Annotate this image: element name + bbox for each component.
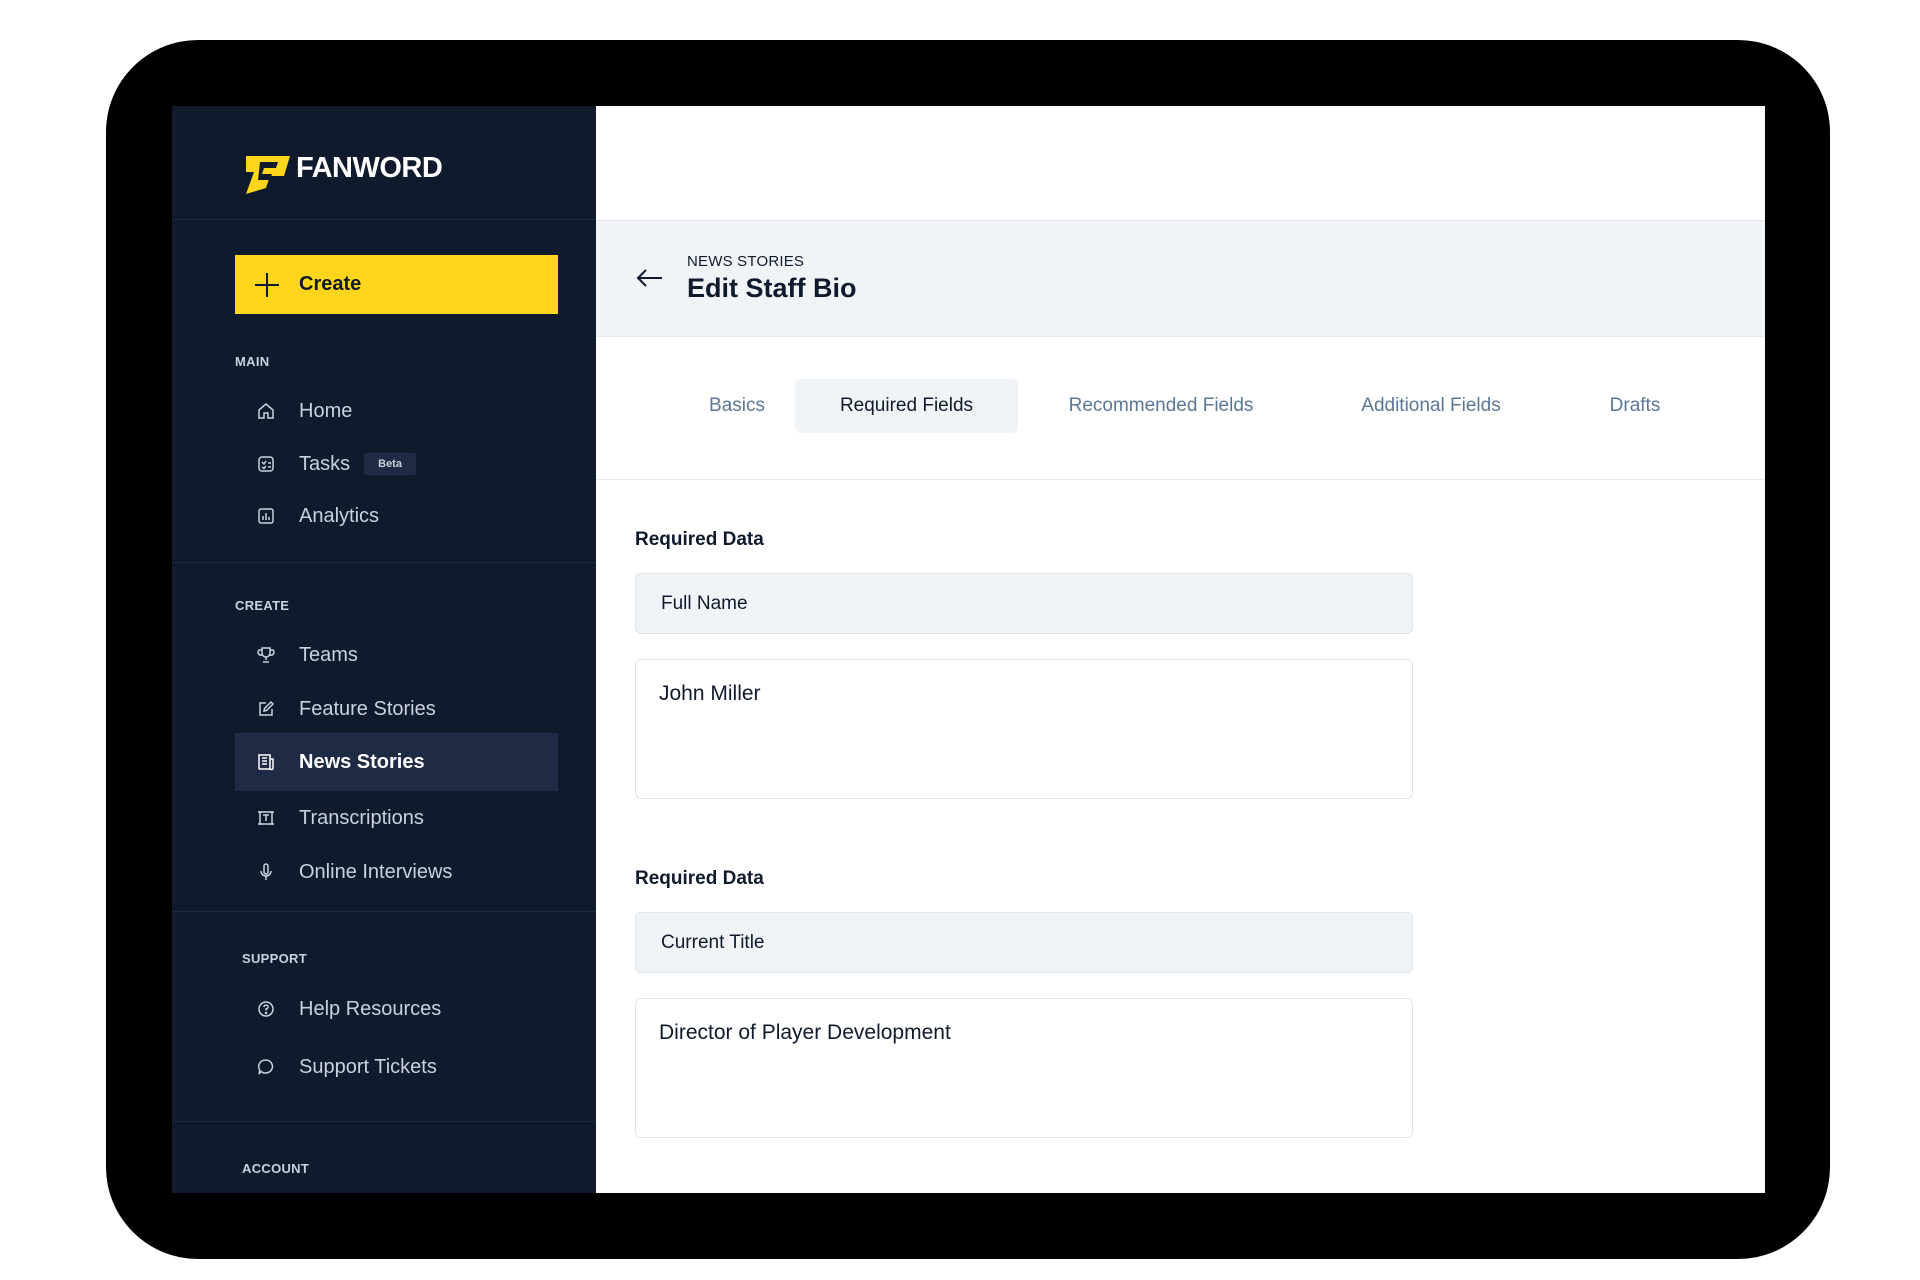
tab-required-fields[interactable]: Required Fields — [795, 379, 1018, 433]
page-title: Edit Staff Bio — [687, 273, 857, 303]
field-label-full-name: Full Name — [635, 573, 1413, 634]
microphone-icon — [255, 861, 277, 883]
form-section-full-name: Required Data Full Name John Miller — [635, 529, 1413, 799]
transcription-icon — [255, 807, 277, 829]
sidebar: FANWORD Create MAIN Home Tasks Beta Anal… — [172, 106, 596, 1193]
sidebar-item-teams[interactable]: Teams — [235, 630, 558, 680]
sidebar-item-label: Online Interviews — [299, 860, 453, 883]
form-section-current-title: Required Data Current Title Director of … — [635, 868, 1413, 1138]
logo-area: FANWORD — [172, 106, 596, 220]
sidebar-item-support-tickets[interactable]: Support Tickets — [235, 1042, 558, 1092]
tablet-screen: FANWORD Create MAIN Home Tasks Beta Anal… — [172, 106, 1765, 1193]
sidebar-divider — [172, 911, 596, 912]
sidebar-item-feature-stories[interactable]: Feature Stories — [235, 684, 558, 734]
sidebar-item-label: News Stories — [299, 750, 425, 773]
sidebar-item-label: Teams — [299, 643, 358, 666]
section-title-main: MAIN — [235, 354, 270, 369]
sidebar-item-tasks[interactable]: Tasks Beta — [235, 439, 558, 489]
form-section-label: Required Data — [635, 529, 764, 550]
tab-recommended-fields[interactable]: Recommended Fields — [1056, 379, 1266, 433]
beta-badge: Beta — [364, 453, 416, 475]
sidebar-item-analytics[interactable]: Analytics — [235, 491, 558, 541]
section-title-create: CREATE — [235, 598, 290, 613]
sidebar-item-news-stories[interactable]: News Stories — [235, 733, 558, 791]
form-section-label: Required Data — [635, 868, 764, 889]
tab-bar: Basics Required Fields Recommended Field… — [596, 337, 1765, 480]
sidebar-item-label: Transcriptions — [299, 806, 424, 829]
sidebar-item-label: Feature Stories — [299, 697, 436, 720]
section-title-account: ACCOUNT — [242, 1161, 310, 1176]
create-button[interactable]: Create — [235, 255, 558, 314]
breadcrumb[interactable]: NEWS STORIES — [687, 253, 804, 270]
sidebar-item-online-interviews[interactable]: Online Interviews — [235, 847, 558, 897]
chat-icon — [255, 1056, 277, 1078]
page-header: NEWS STORIES Edit Staff Bio — [596, 221, 1765, 337]
plus-icon — [255, 272, 279, 297]
home-icon — [255, 400, 277, 422]
sidebar-item-label: Help Resources — [299, 997, 442, 1020]
edit-icon — [255, 698, 277, 720]
tab-drafts[interactable]: Drafts — [1580, 379, 1690, 433]
tablet-frame: FANWORD Create MAIN Home Tasks Beta Anal… — [106, 40, 1830, 1259]
tab-basics[interactable]: Basics — [676, 379, 798, 433]
full-name-input[interactable]: John Miller — [635, 659, 1413, 799]
field-label-current-title: Current Title — [635, 912, 1413, 973]
brand-name: FANWORD — [296, 152, 443, 184]
sidebar-item-label: Analytics — [299, 504, 380, 527]
main-content: NEWS STORIES Edit Staff Bio Basics Requi… — [596, 106, 1765, 1193]
tab-additional-fields[interactable]: Additional Fields — [1331, 379, 1531, 433]
sidebar-item-home[interactable]: Home — [235, 386, 558, 436]
fanword-logo-icon — [246, 156, 290, 194]
current-title-input[interactable]: Director of Player Development — [635, 998, 1413, 1138]
sidebar-item-label: Support Tickets — [299, 1055, 437, 1078]
sidebar-item-label: Home — [299, 399, 353, 422]
section-title-support: SUPPORT — [242, 951, 307, 966]
sidebar-item-label: Tasks — [299, 452, 351, 475]
top-bar — [596, 106, 1765, 221]
create-button-label: Create — [299, 273, 362, 295]
sidebar-item-transcriptions[interactable]: Transcriptions — [235, 793, 558, 843]
help-icon — [255, 998, 277, 1020]
sidebar-divider — [172, 1121, 596, 1122]
sidebar-item-help-resources[interactable]: Help Resources — [235, 984, 558, 1034]
newspaper-icon — [255, 751, 277, 773]
trophy-icon — [255, 644, 277, 666]
analytics-icon — [255, 505, 277, 527]
tasks-icon — [255, 453, 277, 475]
back-arrow-icon[interactable] — [634, 263, 664, 293]
sidebar-divider — [172, 562, 596, 563]
